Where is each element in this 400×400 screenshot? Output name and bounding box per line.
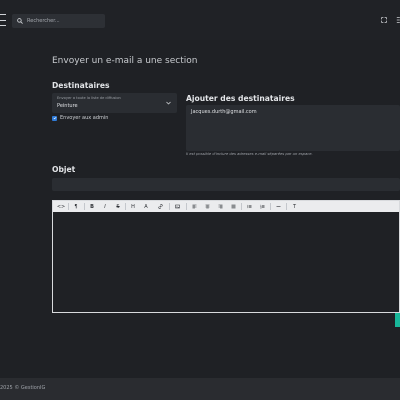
align-right-icon [218,204,223,209]
message-editor: <> ¶ B I S H A T [52,200,400,313]
bold-button[interactable]: B [88,202,96,211]
toolbar-divider [241,203,242,210]
admin-checkbox[interactable] [52,115,57,121]
top-bar [0,0,400,40]
subject-heading: Objet [52,165,76,174]
search-icon [17,18,23,24]
fullscreen-icon[interactable] [381,17,387,23]
link-button[interactable] [156,202,165,211]
toolbar-divider [68,203,69,210]
align-justify-button[interactable] [229,202,238,211]
toolbar-divider [84,203,85,210]
chevron-down-icon [166,101,171,105]
align-left-button[interactable] [190,202,199,211]
align-left-icon [192,204,197,209]
panel-toggle-icon[interactable] [396,17,400,23]
admin-checkbox-row[interactable]: Envoyer aux admin [52,114,108,122]
editor-content-area[interactable] [53,212,399,313]
diffusion-list-value: Peinture [57,103,78,109]
bullet-list-button[interactable] [245,202,254,211]
italic-button[interactable]: I [101,202,109,211]
numbered-list-icon [260,204,265,209]
send-button[interactable] [395,313,400,327]
bullet-list-icon [247,204,252,209]
recipients-heading: Destinataires [52,81,110,90]
search-box[interactable] [12,14,105,28]
code-view-button[interactable]: <> [57,202,65,211]
horizontal-rule-button[interactable] [274,202,283,211]
strikethrough-button[interactable]: S [114,202,122,211]
align-center-button[interactable] [203,202,212,211]
toolbar-divider [286,203,287,210]
numbered-list-button[interactable] [258,202,267,211]
diffusion-list-select[interactable]: Envoyer a toute la liste de diffusion Pe… [52,93,177,113]
image-button[interactable] [173,202,182,211]
horizontal-rule-icon [276,206,281,207]
link-icon [158,204,163,209]
menu-icon[interactable] [0,14,8,26]
check-icon [53,116,56,120]
heading-button[interactable]: H [129,202,137,211]
toolbar-divider [186,203,187,210]
editor-toolbar: <> ¶ B I S H A T [53,201,399,212]
subject-input[interactable] [52,178,400,191]
recipients-textarea[interactable]: Jacques.durth@gmail.com [186,105,400,151]
clear-format-button[interactable]: T [290,202,299,211]
image-icon [175,204,180,209]
admin-checkbox-label: Envoyer aux admin [60,115,109,121]
align-justify-icon [231,204,236,209]
toolbar-divider [270,203,271,210]
add-recipients-heading: Ajouter des destinataires [186,94,295,103]
search-input[interactable] [27,18,97,24]
diffusion-list-label: Envoyer a toute la liste de diffusion [57,96,121,100]
footer: 2025 © GestionIG [0,378,400,400]
page-title: Envoyer un e-mail a une section [52,56,198,66]
align-center-icon [205,204,210,209]
recipients-textarea-value: Jacques.durth@gmail.com [191,109,257,115]
paragraph-button[interactable]: ¶ [72,202,80,211]
align-right-button[interactable] [216,202,225,211]
toolbar-divider [125,203,126,210]
recipients-help-text: Il est possible d'inclure des adresses e… [186,152,313,156]
text-size-button[interactable]: A [142,202,150,211]
footer-copyright: 2025 © GestionIG [0,385,46,391]
toolbar-divider [169,203,170,210]
